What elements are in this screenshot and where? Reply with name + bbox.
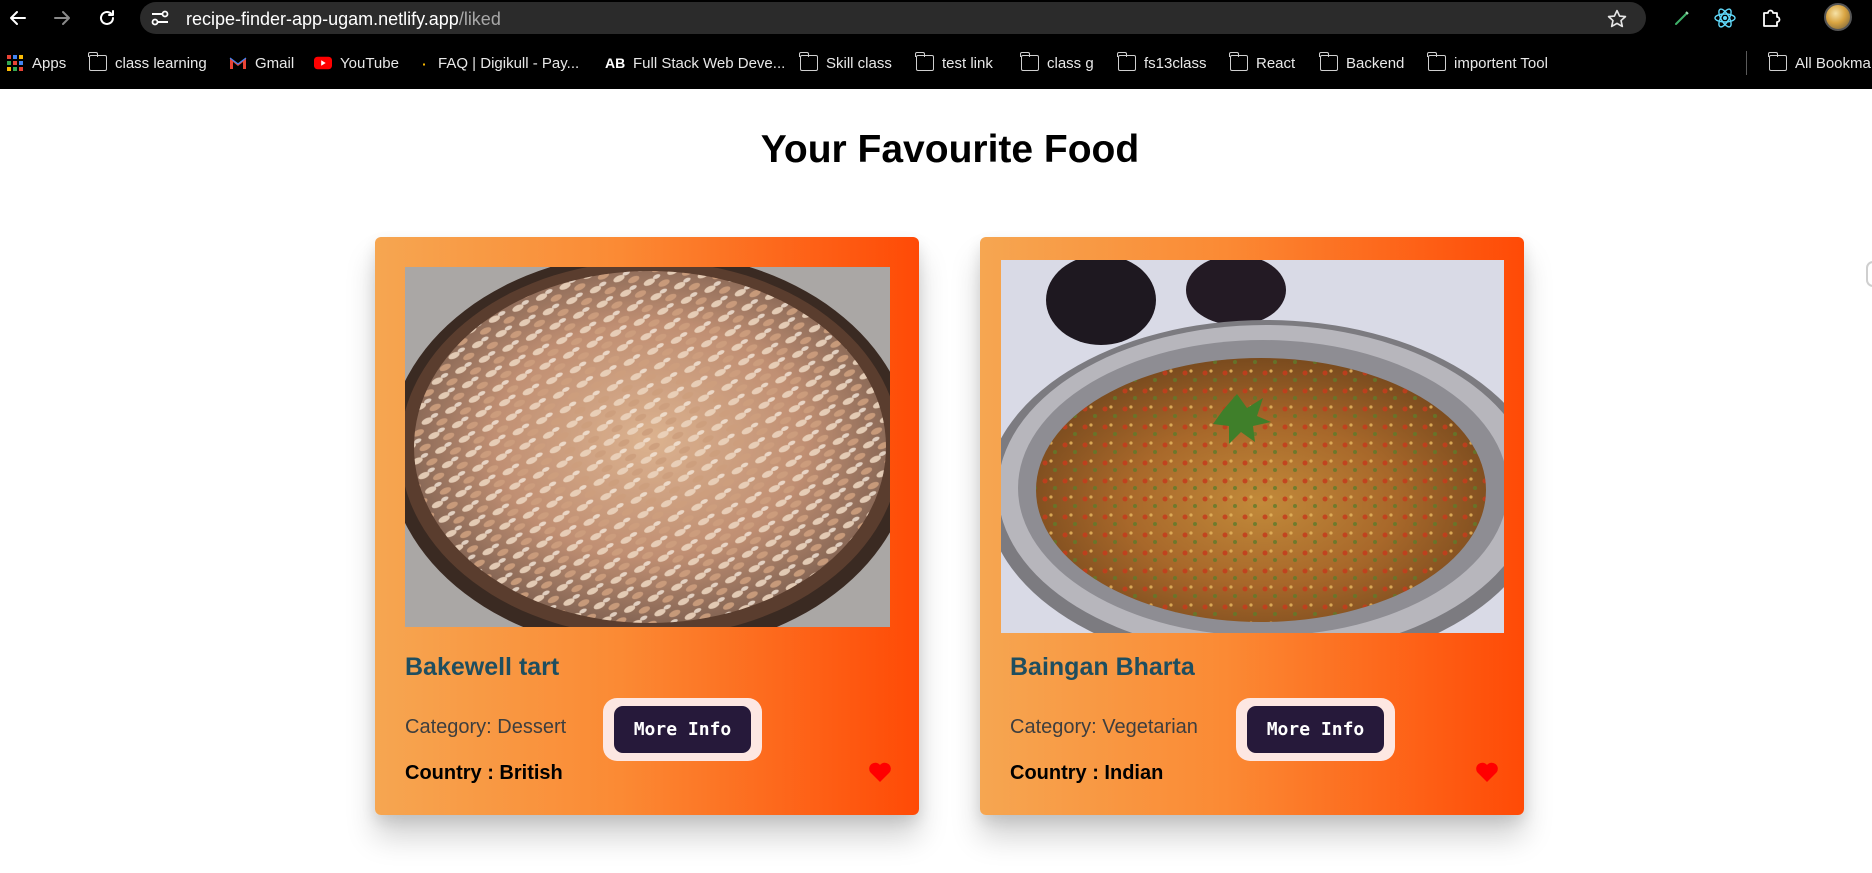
bookmark-label: Gmail	[255, 54, 295, 72]
browser-toolbar: recipe-finder-app-ugam.netlify.app/liked	[0, 0, 1872, 35]
food-category: Category: Vegetarian	[1010, 716, 1198, 738]
bookmark-label: All Bookma	[1795, 54, 1871, 72]
heart-icon[interactable]	[1475, 761, 1499, 783]
folder-icon	[1427, 52, 1446, 71]
bookmark-gmail[interactable]: Gmail	[229, 52, 294, 74]
bookmark-full-stack[interactable]: AB Full Stack Web Deve...	[605, 52, 785, 74]
bookmarks-divider	[1746, 51, 1747, 75]
bookmark-apps[interactable]: Apps	[6, 52, 66, 74]
youtube-icon	[314, 56, 332, 70]
bookmark-all-bookmarks[interactable]: All Bookma	[1768, 52, 1871, 74]
bookmark-skill-class[interactable]: Skill class	[799, 52, 892, 74]
bookmark-label: class learning	[115, 54, 207, 72]
bookmark-importent-tool[interactable]: importent Tool	[1427, 52, 1548, 74]
site-info-icon[interactable]	[150, 9, 170, 27]
bookmark-label: Backend	[1346, 54, 1405, 72]
apps-grid-icon	[7, 55, 23, 71]
food-name: Bakewell tart	[405, 653, 560, 681]
bookmark-label: fs13class	[1144, 54, 1207, 72]
folder-icon	[1117, 52, 1136, 71]
heart-icon[interactable]	[868, 761, 892, 783]
bookmark-faq-digikull[interactable]: FAQ | Digikull - Pay...	[422, 52, 579, 74]
bookmark-label: React	[1256, 54, 1296, 72]
food-image-baingan-bharta	[1001, 260, 1504, 633]
food-name: Baingan Bharta	[1010, 653, 1195, 681]
food-category: Category: Dessert	[405, 716, 567, 738]
pen-extension-icon[interactable]	[1670, 6, 1694, 30]
forward-arrow-icon[interactable]	[48, 4, 76, 32]
bookmark-fs13class[interactable]: fs13class	[1117, 52, 1207, 74]
bookmark-label: Full Stack Web Deve...	[633, 54, 786, 72]
profile-avatar[interactable]	[1824, 3, 1852, 31]
food-country: Country : Indian	[1010, 762, 1164, 784]
more-info-button[interactable]: More Info	[1236, 698, 1395, 761]
bookmark-youtube[interactable]: YouTube	[314, 52, 399, 74]
star-icon[interactable]	[1606, 8, 1628, 30]
page-title: Your Favourite Food	[760, 128, 1140, 171]
bookmark-label: Skill class	[826, 54, 892, 72]
bookmark-label: class g	[1047, 54, 1094, 72]
url-text[interactable]: recipe-finder-app-ugam.netlify.app/liked	[186, 9, 501, 30]
more-info-button[interactable]: More Info	[603, 698, 762, 761]
ab-logo-icon: AB	[605, 55, 626, 71]
scroll-edge-handle[interactable]	[1866, 261, 1872, 287]
back-arrow-icon[interactable]	[4, 4, 32, 32]
bookmark-test-link[interactable]: test link	[915, 52, 993, 74]
address-bar[interactable]: recipe-finder-app-ugam.netlify.app/liked	[140, 2, 1646, 34]
more-info-button-label[interactable]: More Info	[1247, 706, 1384, 753]
bookmark-label: test link	[942, 54, 993, 72]
folder-icon	[799, 52, 818, 71]
reload-icon[interactable]	[93, 4, 121, 32]
recipe-card: Bakewell tart Category: Dessert More Inf…	[375, 237, 919, 815]
recipe-card: Baingan Bharta Category: Vegetarian More…	[980, 237, 1524, 815]
bookmark-label: FAQ | Digikull - Pay...	[438, 54, 580, 72]
bookmark-react[interactable]: React	[1229, 52, 1296, 74]
puzzle-extensions-icon[interactable]	[1759, 6, 1783, 30]
more-info-button-label[interactable]: More Info	[614, 706, 751, 753]
food-image-bakewell-tart	[405, 267, 890, 627]
bookmark-backend[interactable]: Backend	[1319, 52, 1405, 74]
bookmark-class-g[interactable]: class g	[1020, 52, 1094, 74]
react-devtools-icon[interactable]	[1713, 6, 1737, 30]
folder-icon	[1229, 52, 1248, 71]
food-country: Country : British	[405, 762, 563, 784]
dot-icon	[423, 63, 425, 66]
bookmark-label: importent Tool	[1454, 54, 1548, 72]
gmail-icon	[229, 57, 247, 69]
bookmark-class-learning[interactable]: class learning	[88, 52, 207, 74]
folder-icon	[1768, 52, 1787, 71]
bookmarks-bar: Apps class learning Gmail YouTube FAQ | …	[0, 35, 1872, 89]
bookmark-label: Apps	[32, 54, 67, 72]
folder-icon	[915, 52, 934, 71]
bookmark-label: YouTube	[340, 54, 399, 72]
folder-icon	[1319, 52, 1338, 71]
folder-icon	[88, 52, 107, 71]
folder-icon	[1020, 52, 1039, 71]
